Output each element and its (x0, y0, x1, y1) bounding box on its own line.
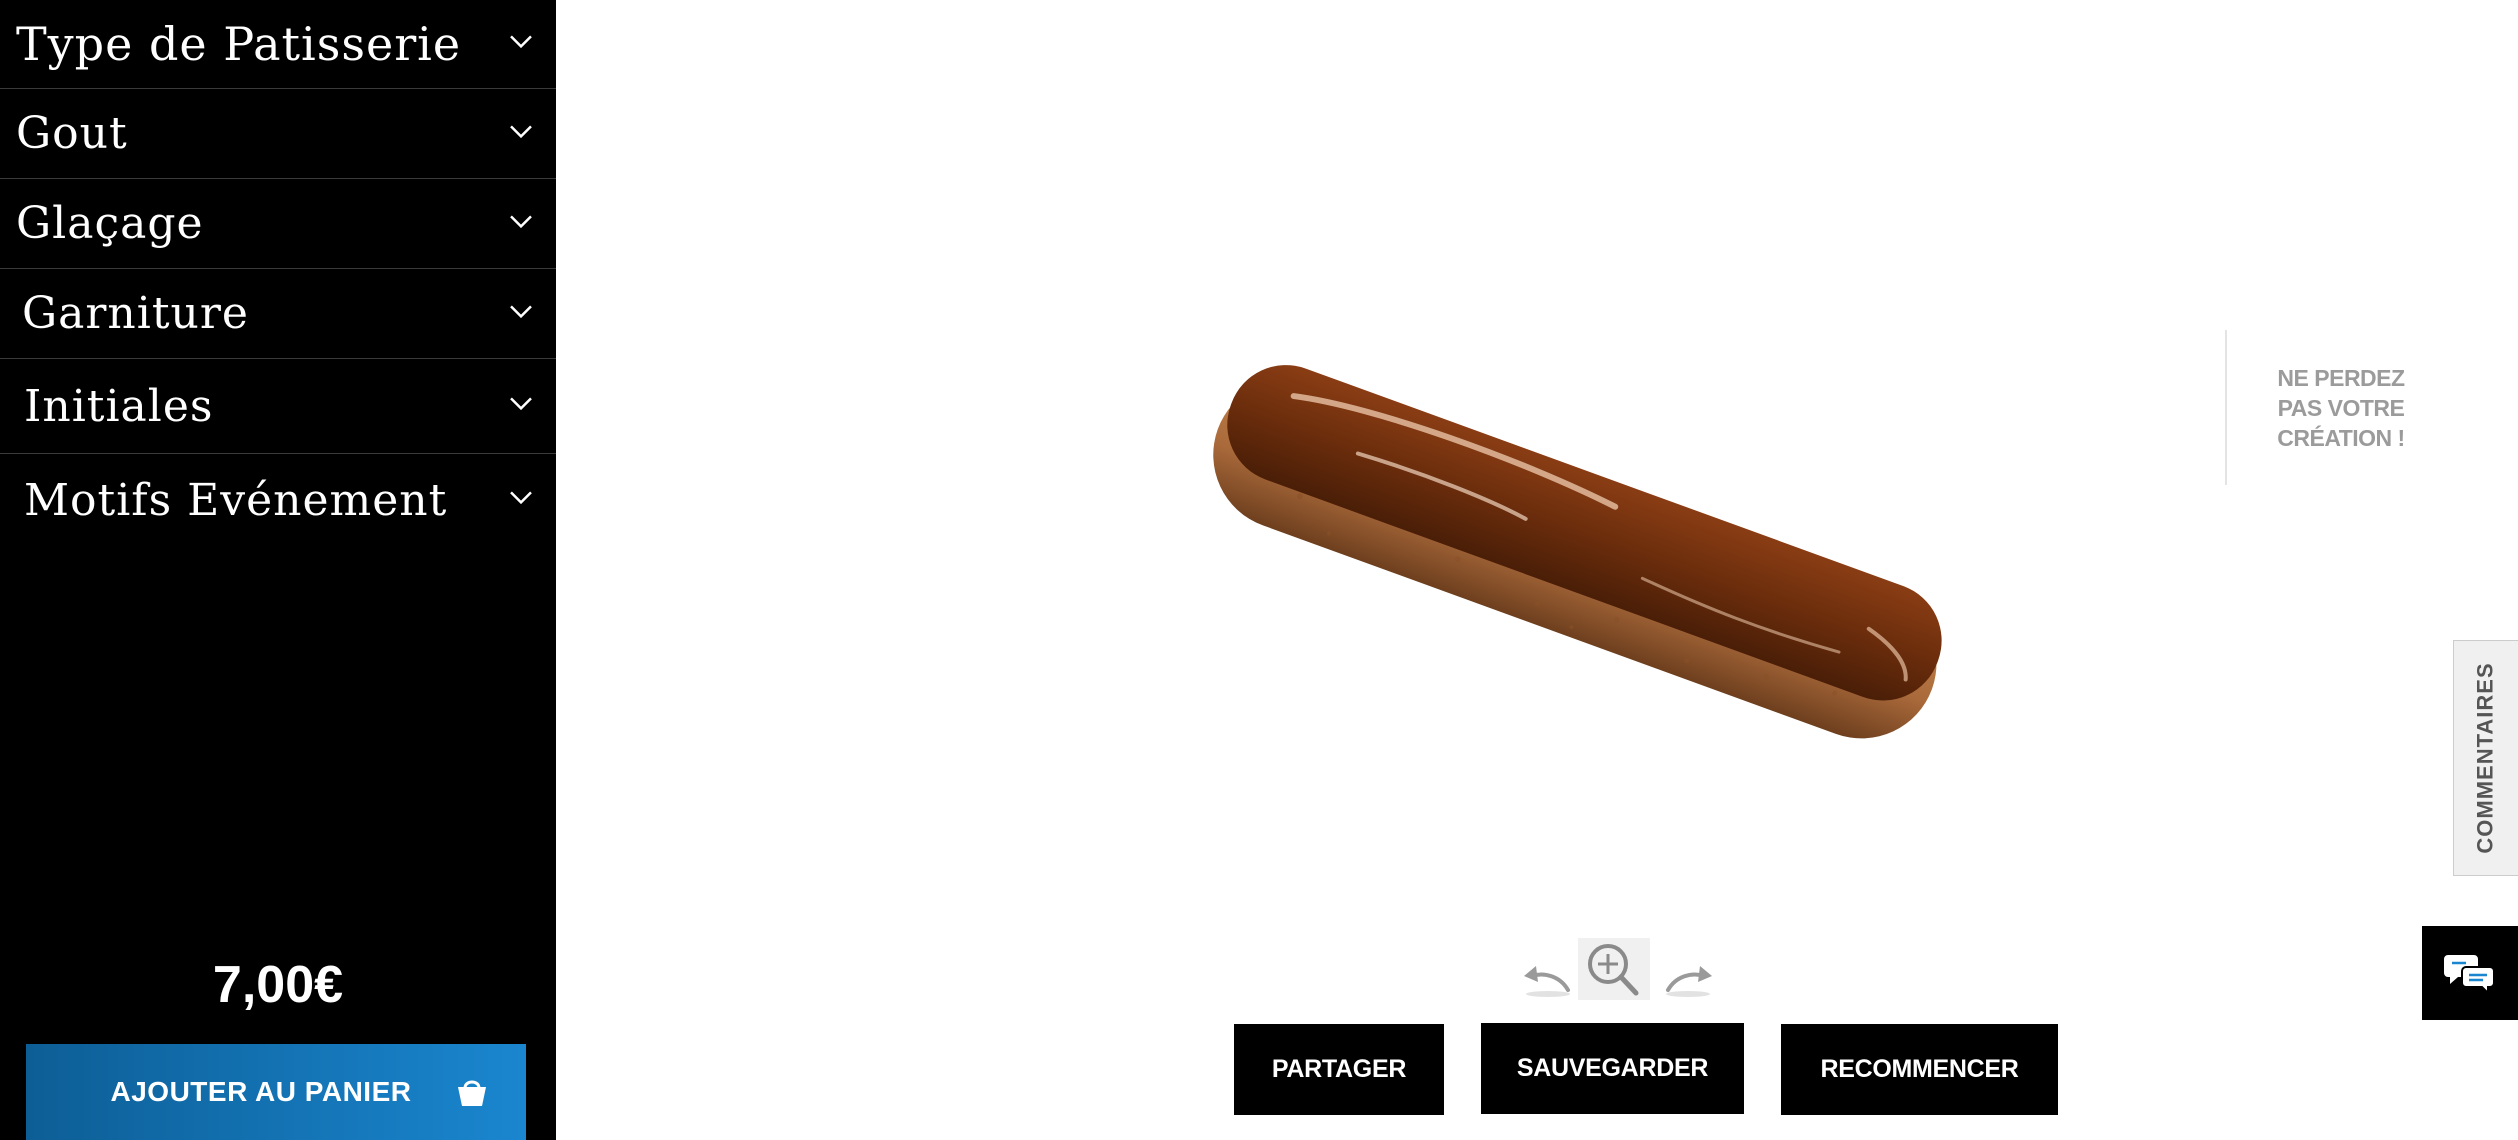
menu-item-motifs-evenement[interactable]: Motifs Evénement (0, 454, 556, 546)
rotate-right-icon[interactable] (1664, 950, 1716, 998)
zoom-in-icon[interactable] (1578, 938, 1650, 1000)
restart-button[interactable]: RECOMMENCER (1781, 1024, 2058, 1115)
menu-item-type-de-patisserie[interactable]: Type de Patisserie (0, 0, 556, 89)
option-menu: Type de Patisserie Gout Glaçage Garnitur… (0, 0, 556, 546)
save-button[interactable]: SAUVEGARDER (1481, 1023, 1744, 1114)
chevron-down-icon (508, 28, 534, 54)
menu-item-label: Gout (16, 108, 128, 159)
menu-item-label: Glaçage (16, 198, 204, 249)
menu-item-glacage[interactable]: Glaçage (0, 179, 556, 269)
menu-item-garniture[interactable]: Garniture (0, 269, 556, 359)
comments-tab[interactable]: COMMENTAIRES (2453, 640, 2518, 876)
chat-button[interactable] (2422, 926, 2518, 1020)
menu-item-label: Initiales (24, 380, 214, 432)
comments-tab-label: COMMENTAIRES (2473, 662, 2499, 854)
chevron-down-icon (508, 484, 534, 510)
menu-item-label: Garniture (22, 288, 249, 339)
share-button-label: PARTAGER (1271, 1055, 1407, 1083)
eclair-preview (1180, 335, 1980, 755)
configurator-sidebar: Type de Patisserie Gout Glaçage Garnitur… (0, 0, 556, 1140)
chevron-down-icon (508, 390, 534, 416)
add-to-cart-button[interactable]: AJOUTER AU PANIER (26, 1044, 526, 1140)
save-button-label: SAUVEGARDER (1516, 1054, 1709, 1082)
menu-item-label: Type de Patisserie (16, 17, 462, 71)
menu-item-initiales[interactable]: Initiales (0, 359, 556, 454)
add-to-cart-label: AJOUTER AU PANIER (110, 1076, 412, 1107)
save-creation-text: NE PERDEZ PAS VOTRE CRÉATION ! (2277, 364, 2405, 451)
save-creation-notice: NE PERDEZ PAS VOTRE CRÉATION ! (2225, 330, 2425, 485)
basket-icon (454, 1074, 490, 1110)
restart-button-label: RECOMMENCER (1820, 1055, 2019, 1083)
chevron-down-icon (508, 298, 534, 324)
chevron-down-icon (508, 118, 534, 144)
share-button[interactable]: PARTAGER (1234, 1024, 1444, 1115)
chevron-down-icon (508, 208, 534, 234)
menu-item-gout[interactable]: Gout (0, 89, 556, 179)
rotate-left-icon[interactable] (1520, 950, 1572, 998)
total-price: 7,00€ (212, 956, 344, 1014)
chat-bubbles-icon (2444, 955, 2495, 995)
menu-item-label: Motifs Evénement (24, 474, 448, 526)
